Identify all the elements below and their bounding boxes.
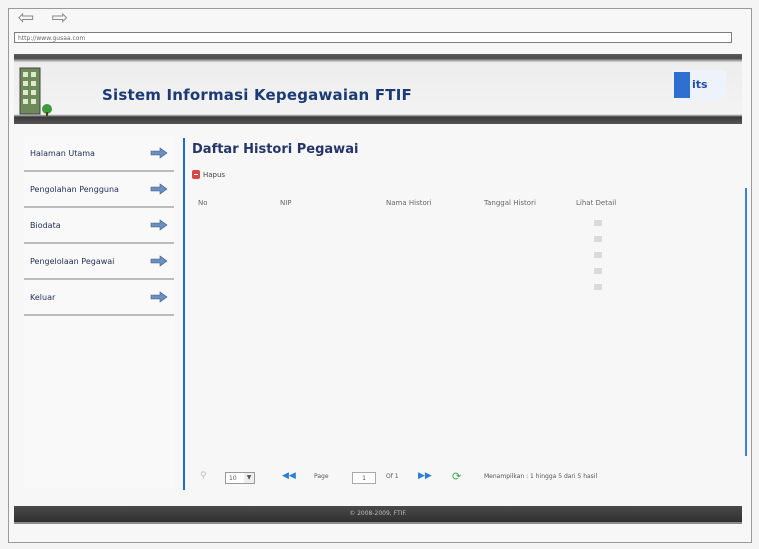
- column-header-nama-histori[interactable]: Nama Histori: [386, 199, 432, 207]
- building-logo-icon: [19, 67, 52, 116]
- view-detail-icon[interactable]: [594, 284, 602, 290]
- logo-text: its: [692, 78, 708, 91]
- arrow-right-icon: [150, 255, 168, 267]
- address-bar[interactable]: http://www.gusaa.com: [14, 32, 732, 43]
- last-page-icon[interactable]: ▶▶: [418, 471, 432, 481]
- sidebar-item-label: Pengolahan Pengguna: [30, 184, 119, 194]
- pagination-summary: Menampilkan : 1 hingga 5 dari 5 hasil: [484, 473, 598, 480]
- footer-rule: [14, 522, 742, 524]
- column-header-lihat-detail[interactable]: Lihat Detail: [576, 199, 616, 207]
- app-title: Sistem Informasi Kepegawaian FTIF: [102, 86, 412, 104]
- delete-button[interactable]: Hapus: [192, 170, 225, 179]
- per-page-select[interactable]: 10 ▼: [225, 472, 255, 484]
- view-detail-icon[interactable]: [594, 252, 602, 258]
- column-header-no[interactable]: No: [198, 199, 208, 207]
- sidebar-item-label: Pengelolaan Pegawai: [30, 256, 115, 266]
- sidebar-item-pengelolaan-pegawai[interactable]: Pengelolaan Pegawai: [24, 244, 174, 280]
- app-header: Sistem Informasi Kepegawaian FTIF its: [14, 54, 742, 124]
- view-detail-icon[interactable]: [594, 236, 602, 242]
- sidebar: Halaman Utama Pengolahan Pengguna Biodat…: [24, 136, 174, 488]
- page-input[interactable]: 1: [352, 472, 376, 484]
- page-of-label: Of 1: [386, 473, 399, 480]
- page-label: Page: [314, 473, 329, 480]
- column-header-tanggal-histori[interactable]: Tanggal Histori: [484, 199, 536, 207]
- back-icon[interactable]: ⇦: [14, 6, 38, 28]
- sidebar-item-pengolahan-pengguna[interactable]: Pengolahan Pengguna: [24, 172, 174, 208]
- page-title: Daftar Histori Pegawai: [192, 142, 359, 157]
- delete-icon: [192, 170, 200, 179]
- first-page-icon[interactable]: ◀◀: [282, 471, 296, 481]
- arrow-right-icon: [150, 183, 168, 195]
- sidebar-item-label: Biodata: [30, 220, 61, 230]
- chevron-down-icon: ▼: [244, 473, 254, 483]
- scrollbar[interactable]: [745, 188, 747, 456]
- footer: © 2008-2009, FTIF.: [14, 506, 742, 522]
- search-icon[interactable]: ⚲: [200, 471, 207, 481]
- sidebar-item-label: Keluar: [30, 292, 56, 302]
- browser-nav: ⇦ ⇨: [14, 6, 72, 28]
- per-page-value: 10: [229, 475, 237, 482]
- arrow-right-icon: [150, 219, 168, 231]
- content-divider: [183, 138, 185, 490]
- its-logo: its: [672, 70, 726, 100]
- sidebar-item-halaman-utama[interactable]: Halaman Utama: [24, 136, 174, 172]
- view-detail-icon[interactable]: [594, 220, 602, 226]
- sidebar-item-keluar[interactable]: Keluar: [24, 280, 174, 316]
- arrow-right-icon: [150, 147, 168, 159]
- sidebar-item-label: Halaman Utama: [30, 148, 95, 158]
- main-content: Daftar Histori Pegawai Hapus No NIP Nama…: [190, 136, 740, 496]
- view-detail-icon[interactable]: [594, 268, 602, 274]
- pagination-bar: ⚲ 10 ▼ ◀◀ Page 1 Of 1 ▶▶ ⟳ Menampilkan :…: [190, 470, 710, 488]
- refresh-icon[interactable]: ⟳: [452, 470, 461, 483]
- sidebar-item-biodata[interactable]: Biodata: [24, 208, 174, 244]
- column-header-nip[interactable]: NIP: [280, 199, 292, 207]
- forward-icon[interactable]: ⇨: [48, 6, 72, 28]
- arrow-right-icon: [150, 291, 168, 303]
- delete-label: Hapus: [203, 170, 226, 179]
